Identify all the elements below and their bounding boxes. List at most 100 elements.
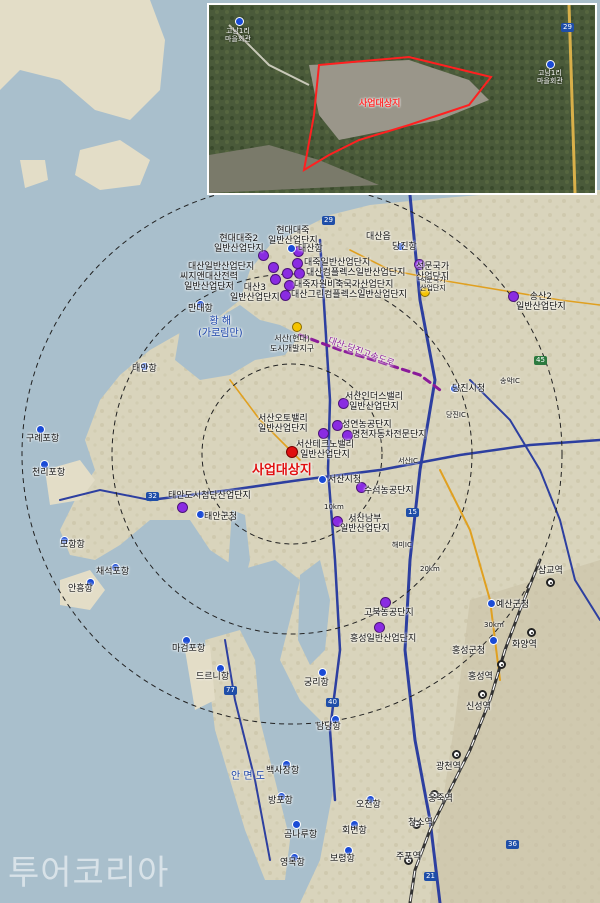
place-marker [489,636,498,645]
station-label: 웅죽역 [428,794,453,804]
place-label: 보령항 [330,854,355,864]
ic-label: 당진IC [446,411,466,419]
industrial-label: 대죽일반산업단지 [304,258,371,268]
route-shield: 29 [322,216,335,225]
station-label: 삽교역 [538,566,563,576]
place-label: 오천항 [356,800,381,810]
sea-label: 황 해 (가로림만) [198,316,243,339]
route-shield: 45 [534,356,547,365]
industrial-marker [177,502,188,513]
place-label: 백사장항 [266,766,300,776]
industrial-label: 수석농공단지 [364,486,414,496]
place-label: 곰나루항 [284,830,318,840]
place-label: 천리포항 [32,468,66,478]
place-marker [318,668,327,677]
inset-place-label: 고남1리 마을회관 [225,27,251,43]
place-label: 태안항 [132,364,157,374]
place-marker [487,599,496,608]
place-label: 방포항 [268,796,293,806]
place-label: 안흥항 [68,584,93,594]
place-label: 구례포항 [26,434,60,444]
ic-label: 송악IC [500,377,520,385]
industrial-label: 태안도시첨단산업단지 [168,491,251,501]
place-label: 궁리항 [304,678,329,688]
inset-place-marker [546,60,555,69]
place-label: 예산군청 [496,600,530,610]
industrial-marker [294,268,305,279]
ic-label: 해미IC [392,541,412,549]
industrial-label: 서산인더스밸리 일반산업단지 [345,392,403,412]
industrial-label: 현대대죽2 일반산업단지 [214,234,264,254]
place-label: 대산항 [298,244,323,254]
ring-label-10km: 10km [324,503,344,511]
place-label: 마검포항 [172,644,206,654]
industrial-label: 고북농공단지 [364,608,414,618]
urban-dev-marker [292,322,302,332]
industrial-label: 대죽자원비축국가산업단지 [294,280,394,290]
station-label: 청소역 [408,818,433,828]
route-shield: 36 [506,840,519,849]
ring-label-20km: 20km [420,565,440,573]
inset-place-label: 고남1리 마을회관 [537,69,563,85]
place-label: 남당항 [316,722,341,732]
regional-map: 사업대상지 고남1리 마을회관 고남1리 마을회관 29 황 해 (가로림만) … [0,0,600,903]
place-label: 영목항 [280,858,305,868]
ring-label-30km: 30km [484,621,504,629]
industrial-label: 성연농공단지 [342,420,392,430]
route-shield: 21 [424,872,437,881]
station-label: 신성역 [466,702,491,712]
place-label: 당진시청 [452,384,486,394]
inset-aerial-photo: 사업대상지 고남1리 마을회관 고남1리 마을회관 29 [207,3,597,195]
industrial-label: 대산일반산업단지 [188,262,255,272]
place-label: 회변항 [342,826,367,836]
station-label: 홍성역 [468,672,493,682]
place-label: 만대항 [188,304,213,314]
place-label: 채석포항 [96,567,130,577]
industrial-label: 서산오토밸리 일반산업단지 [258,414,308,434]
route-shield: 77 [224,686,237,695]
inset-site-label: 사업대상지 [359,99,401,109]
industrial-label: 대산그린컴플렉스일반산업단지 [291,290,407,300]
industrial-marker [280,290,291,301]
inset-route-shield: 29 [561,23,574,32]
inset-svg [209,5,595,193]
anmyeon-label: 안 면 도 [231,771,265,782]
industrial-marker [318,428,329,439]
industrial-marker [268,262,279,273]
station-label: 화양역 [512,640,537,650]
inset-place-marker [235,17,244,26]
place-label: 석문국가 산업단지 [420,276,446,292]
watermark: 투어코리아 [8,853,170,893]
industrial-marker [374,622,385,633]
station-marker [497,660,506,669]
place-label: 홍성군청 [452,646,486,656]
industrial-label: 송산2 일반산업단지 [516,292,566,312]
industrial-label: 명천자동차전문단지 [352,430,427,440]
station-marker [452,750,461,759]
industrial-marker [282,268,293,279]
station-marker [527,628,536,637]
ic-label: 서산IC [398,457,418,465]
place-marker [36,425,45,434]
place-label: 모항항 [60,540,85,550]
station-marker [478,690,487,699]
industrial-label: 대산컴플렉스일반산업단지 [306,268,406,278]
industrial-label: 홍성일반산업단지 [350,634,417,644]
industrial-label: 서산남부 일반산업단지 [340,514,390,534]
station-label: 주포역 [396,852,421,862]
place-marker [287,244,296,253]
industrial-label: 현대대죽 일반산업단지 [268,226,318,246]
route-shield: 15 [406,508,419,517]
route-shield: 40 [326,698,339,707]
place-label: 서산시청 [328,475,362,485]
route-shield: 32 [146,492,159,501]
industrial-label: 서산테크노밸리 일반산업단지 [296,440,354,460]
industrial-marker [380,597,391,608]
place-label: 서산(현대) 도시개발지구 [270,334,315,353]
station-label: 광천역 [436,762,461,772]
place-label: 당진항 [392,242,417,252]
site-label: 사업대상지 [252,463,312,478]
place-label: 드르니항 [196,672,230,682]
station-marker [546,578,555,587]
place-label: 대산읍 [366,232,391,242]
